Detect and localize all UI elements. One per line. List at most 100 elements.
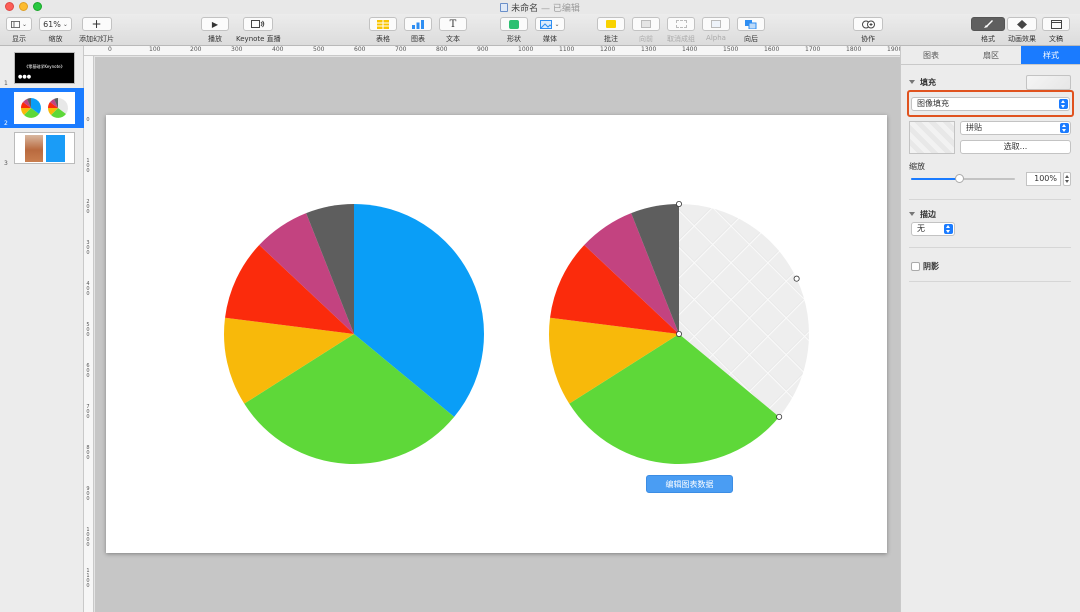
chart-button[interactable] <box>404 17 432 31</box>
section-divider <box>909 281 1071 282</box>
alpha-label: Alpha <box>706 34 726 42</box>
send-backward[interactable]: 向后 <box>737 17 765 44</box>
comment-button[interactable] <box>597 17 625 31</box>
vertical-ruler: 0 100 200 300 400 500 600 700 800 900 1000 1100 <box>84 56 94 612</box>
ruler-tick-label: 1000 <box>518 46 534 53</box>
media-button[interactable]: ⌄ <box>535 17 565 31</box>
zoom-value: 61% <box>43 19 61 29</box>
document[interactable]: 文稿 <box>1042 17 1070 44</box>
title-bar: 未命名 — 已编辑 <box>0 0 1080 14</box>
image-scale-mode-value: 拼贴 <box>966 123 982 132</box>
blue-rectangle <box>46 135 65 162</box>
format-label: 格式 <box>981 35 995 43</box>
send-backward-label: 向后 <box>744 35 758 43</box>
toolbar: ⌄ 显示 61% ⌄ 缩放 + 添加幻灯片 ▶ 播放 Keynote 直播 表格 … <box>0 14 1080 46</box>
comment[interactable]: 批注 <box>597 17 625 44</box>
text-icon: T <box>449 18 457 30</box>
ruler-tick-label: 300 <box>86 240 90 256</box>
ruler-tick-label: 200 <box>86 199 90 215</box>
animate-button[interactable] <box>1007 17 1037 31</box>
ruler-tick-label: 500 <box>313 46 325 53</box>
ruler-tick-label: 100 <box>86 158 90 174</box>
tab-wedges[interactable]: 扇区 <box>961 46 1021 64</box>
selection-handle[interactable] <box>793 275 800 282</box>
scale-stepper[interactable] <box>1063 172 1071 186</box>
collaborate-button[interactable] <box>853 17 883 31</box>
selection-handle[interactable] <box>676 201 683 208</box>
format[interactable]: 格式 <box>971 17 1005 44</box>
document-button[interactable] <box>1042 17 1070 31</box>
zoom-select[interactable]: 61% ⌄ <box>39 17 72 31</box>
ruler-tick-label: 900 <box>86 486 90 502</box>
edit-chart-data-button[interactable]: 编辑图表数据 <box>646 475 733 493</box>
comment-label: 批注 <box>604 35 618 43</box>
format-inspector: 图表 扇区 样式 填充 图像填充 拼贴 选取... 缩放 100% 描边 无 阴… <box>900 46 1080 612</box>
ungroup[interactable]: 取消成组 <box>667 17 695 44</box>
scale-slider[interactable] <box>911 174 1015 183</box>
slide-thumbnail-1[interactable]: 《零基础学Keynote》 ●●● 1 <box>0 48 84 88</box>
keynote-live-button[interactable] <box>243 17 274 31</box>
comment-icon <box>606 20 616 28</box>
alpha-icon <box>711 20 721 28</box>
add-slide-button[interactable]: + <box>81 17 112 31</box>
alpha[interactable]: Alpha <box>702 17 730 42</box>
format-button[interactable] <box>971 17 1005 31</box>
view-button[interactable]: ⌄ <box>6 17 32 31</box>
shape-button[interactable] <box>500 17 528 31</box>
chart-icon <box>412 19 424 29</box>
stroke-type-select[interactable]: 无 <box>911 222 955 236</box>
section-divider <box>909 247 1071 248</box>
fill-section-header[interactable]: 填充 <box>909 77 936 88</box>
table[interactable]: 表格 <box>369 17 397 44</box>
pie-charts[interactable] <box>106 115 887 553</box>
ruler-tick-label: 400 <box>86 281 90 297</box>
chart[interactable]: 图表 <box>404 17 432 44</box>
animate-icon <box>1017 19 1027 29</box>
tab-style[interactable]: 样式 <box>1021 46 1080 64</box>
ruler-tick-label: 1600 <box>764 46 780 53</box>
media[interactable]: ⌄ 媒体 <box>535 17 565 44</box>
animate[interactable]: 动画效果 <box>1007 17 1037 44</box>
tab-chart[interactable]: 图表 <box>901 46 961 64</box>
shape[interactable]: 形状 <box>500 17 528 44</box>
selection-handle[interactable] <box>776 413 783 420</box>
play[interactable]: ▶ 播放 <box>201 17 229 44</box>
text[interactable]: T 文本 <box>439 17 467 44</box>
select-stepper-icon <box>944 224 953 234</box>
slide-thumbnail-3[interactable]: 3 <box>0 128 84 168</box>
fill-image-preview[interactable] <box>909 121 955 154</box>
zoom-menu[interactable]: 61% ⌄ 缩放 <box>39 17 72 44</box>
ruler-tick-label: 600 <box>354 46 366 53</box>
pie-chart-1[interactable] <box>224 204 484 464</box>
collaborate[interactable]: 协作 <box>853 17 883 44</box>
ungroup-button[interactable] <box>667 17 695 31</box>
shadow-checkbox[interactable] <box>911 262 920 271</box>
ruler-tick-label: 0 <box>86 117 90 123</box>
image-scale-mode-select[interactable]: 拼贴 <box>960 121 1071 135</box>
add-slide[interactable]: + 添加幻灯片 <box>79 17 114 44</box>
play-button[interactable]: ▶ <box>201 17 229 31</box>
scale-input[interactable]: 100% <box>1026 172 1061 186</box>
ruler-tick-label: 1100 <box>86 568 90 589</box>
ruler-tick-label: 1700 <box>805 46 821 53</box>
view-menu[interactable]: ⌄ 显示 <box>6 17 32 44</box>
ruler-tick-label: 500 <box>86 322 90 338</box>
slide-thumbnail-2[interactable]: 2 <box>0 88 84 128</box>
choose-image-button[interactable]: 选取... <box>960 140 1071 154</box>
bring-forward-button[interactable] <box>632 17 660 31</box>
slide[interactable]: 编辑图表数据 <box>106 115 887 553</box>
forward-icon <box>641 20 651 28</box>
text-button[interactable]: T <box>439 17 467 31</box>
send-backward-button[interactable] <box>737 17 765 31</box>
ruler-tick-label: 800 <box>86 445 90 461</box>
keynote-live[interactable]: Keynote 直播 <box>236 17 281 44</box>
bring-forward[interactable]: 向前 <box>632 17 660 44</box>
add-slide-label: 添加幻灯片 <box>79 35 114 43</box>
stroke-section-header[interactable]: 描边 <box>909 209 936 220</box>
alpha-button[interactable] <box>702 17 730 31</box>
table-button[interactable] <box>369 17 397 31</box>
selection-handle[interactable] <box>676 330 683 337</box>
document-setup-icon <box>1050 19 1062 29</box>
fill-color-swatch[interactable] <box>1026 75 1071 90</box>
scale-slider-knob[interactable] <box>955 174 965 183</box>
